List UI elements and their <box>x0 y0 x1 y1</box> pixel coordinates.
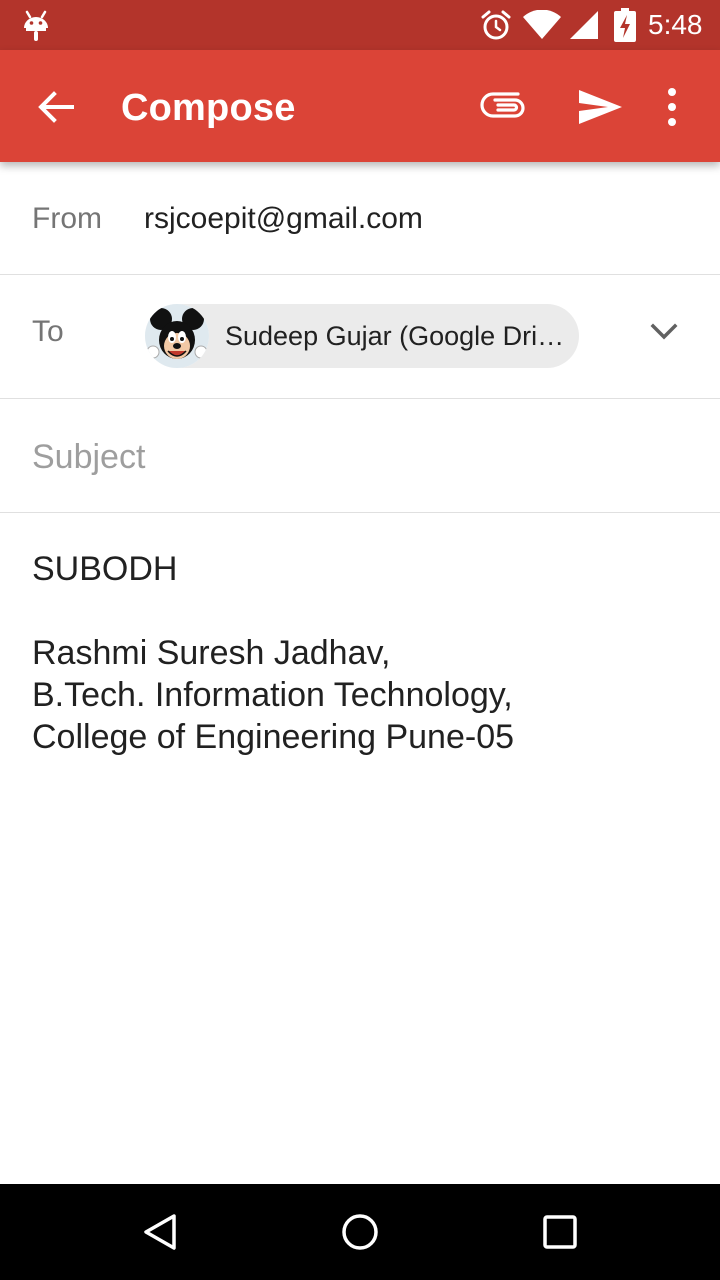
more-vert-icon[interactable] <box>648 78 696 136</box>
body-line: Rashmi Suresh Jadhav, <box>32 634 391 672</box>
subject-row <box>0 399 720 513</box>
recipient-name: Sudeep Gujar (Google Dri… <box>225 321 565 351</box>
back-arrow-icon[interactable] <box>26 80 86 134</box>
attach-icon[interactable] <box>474 80 534 134</box>
home-icon[interactable] <box>338 1210 382 1254</box>
status-time: 5:48 <box>648 9 703 40</box>
navigation-bar <box>0 1184 720 1280</box>
android-debug-icon <box>24 10 48 41</box>
avatar-image <box>145 304 209 368</box>
back-icon[interactable] <box>138 1210 182 1254</box>
to-row[interactable]: To Sudeep Gujar (Google Dri… <box>0 275 720 399</box>
from-row[interactable]: From rsjcoepit@gmail.com <box>0 162 720 275</box>
alarm-icon <box>481 10 511 40</box>
recipient-chip[interactable]: Sudeep Gujar (Google Dri… <box>145 304 579 368</box>
app-bar: Compose <box>0 50 720 162</box>
recents-icon[interactable] <box>538 1210 582 1254</box>
send-icon[interactable] <box>570 78 630 136</box>
message-body[interactable]: SUBODH Rashmi Suresh Jadhav, B.Tech. Inf… <box>32 548 692 1148</box>
chevron-down-icon[interactable] <box>646 315 682 349</box>
subject-input[interactable] <box>32 435 682 479</box>
to-label: To <box>32 315 64 348</box>
body-line: College of Engineering Pune-05 <box>32 718 515 756</box>
body-line: B.Tech. Information Technology, <box>32 676 513 714</box>
avatar <box>145 304 209 368</box>
battery-charging-icon <box>614 8 636 42</box>
status-bar: 5:48 <box>0 0 720 50</box>
body-blank-line <box>32 590 692 632</box>
from-label: From <box>32 202 102 235</box>
page-title: Compose <box>121 87 296 129</box>
wifi-icon <box>523 10 561 39</box>
compose-screen: 5:48 Compose From rsjcoepit@gmail.com To <box>0 0 720 1280</box>
signal-icon <box>570 11 598 39</box>
body-line: SUBODH <box>32 550 178 588</box>
from-account[interactable]: rsjcoepit@gmail.com <box>144 202 423 236</box>
